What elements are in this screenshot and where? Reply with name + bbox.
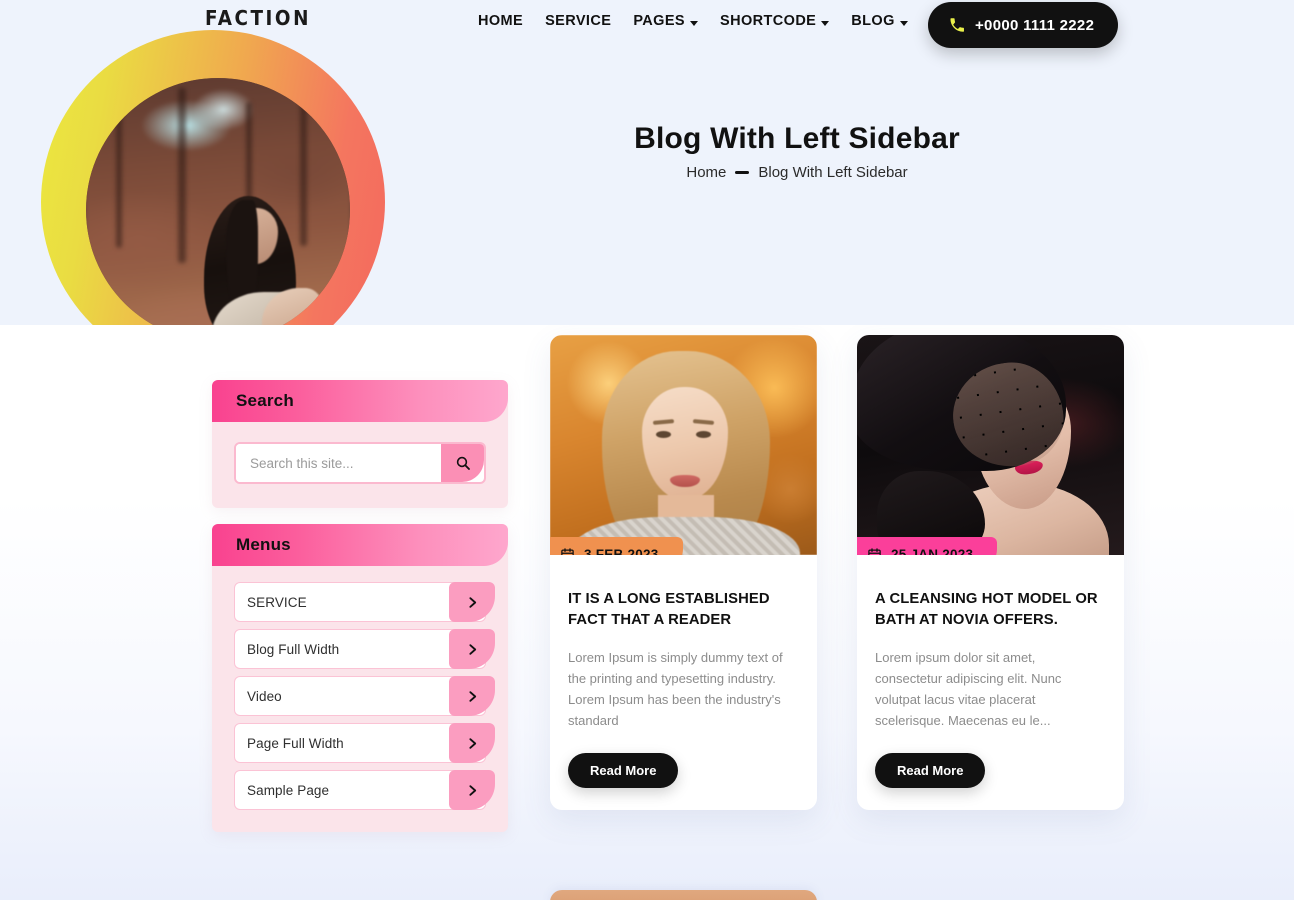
post-thumbnail: 3 FEB 2023 bbox=[550, 335, 817, 555]
menu-item-label: Blog Full Width bbox=[247, 641, 340, 657]
blog-post-card[interactable]: 3 FEB 2023 IT IS A LONG ESTABLISHED FACT… bbox=[550, 335, 817, 811]
nav-label: HOME bbox=[478, 13, 524, 29]
chevron-right-button[interactable] bbox=[449, 723, 495, 763]
page-title: Blog With Left Sidebar bbox=[634, 122, 960, 155]
chevron-down-icon bbox=[821, 20, 830, 26]
chevron-right-icon bbox=[468, 690, 476, 702]
site-logo[interactable]: FACTION bbox=[205, 6, 311, 30]
sidebar-menu-item-blog-full-width[interactable]: Blog Full Width bbox=[234, 629, 495, 669]
post-excerpt: Lorem Ipsum is simply dummy text of the … bbox=[568, 650, 783, 729]
breadcrumb-separator-icon bbox=[735, 171, 750, 174]
chevron-down-icon bbox=[690, 20, 699, 26]
top-navigation-bar: FACTION HOME SERVICE PAGES SHORTCODE BLO… bbox=[0, 0, 1294, 52]
post-body: IT IS A LONG ESTABLISHED FACT THAT A REA… bbox=[550, 555, 817, 789]
menus-widget-title: Menus bbox=[236, 535, 291, 554]
phone-number-label: +0000 1111 2222 bbox=[975, 16, 1095, 34]
menus-widget-header: Menus bbox=[212, 524, 508, 566]
nav-item-shortcode[interactable]: SHORTCODE bbox=[720, 13, 830, 29]
breadcrumb-home-link[interactable]: Home bbox=[686, 164, 726, 181]
blog-post-grid: 3 FEB 2023 IT IS A LONG ESTABLISHED FACT… bbox=[550, 335, 1124, 811]
chevron-right-icon bbox=[468, 643, 476, 655]
chevron-right-icon bbox=[468, 784, 476, 796]
chevron-right-button[interactable] bbox=[449, 629, 495, 669]
blog-post-card[interactable]: 25 JAN 2023 A CLEANSING HOT MODEL OR BAT… bbox=[857, 335, 1124, 811]
main-content: Search Menus bbox=[0, 325, 1294, 900]
chevron-right-button[interactable] bbox=[449, 582, 495, 622]
search-widget-title: Search bbox=[236, 391, 294, 410]
search-icon bbox=[456, 456, 470, 470]
breadcrumb: Home Blog With Left Sidebar bbox=[0, 164, 1294, 181]
post-date-label: 25 JAN 2023 bbox=[891, 546, 974, 556]
breadcrumb-current: Blog With Left Sidebar bbox=[758, 164, 908, 181]
sidebar-menu-item-video[interactable]: Video bbox=[234, 676, 495, 716]
menu-item-label: Video bbox=[247, 688, 282, 704]
chevron-right-button[interactable] bbox=[449, 770, 495, 810]
post-title[interactable]: IT IS A LONG ESTABLISHED FACT THAT A REA… bbox=[568, 589, 799, 631]
sidebar-menu-item-sample-page[interactable]: Sample Page bbox=[234, 770, 495, 810]
sidebar-menu-item-service[interactable]: SERVICE bbox=[234, 582, 495, 622]
search-widget-body bbox=[212, 422, 508, 508]
chevron-down-icon bbox=[899, 20, 908, 26]
nav-label: PAGES bbox=[633, 13, 686, 29]
post-date-badge: 3 FEB 2023 bbox=[550, 537, 683, 555]
nav-item-service[interactable]: SERVICE bbox=[545, 13, 611, 29]
search-widget: Search bbox=[212, 380, 508, 508]
read-more-button[interactable]: Read More bbox=[875, 753, 986, 789]
next-blog-post-card-partial[interactable] bbox=[550, 890, 817, 900]
calendar-icon bbox=[561, 547, 574, 555]
menus-widget: Menus SERVICE Blog Full Width Video Page… bbox=[212, 524, 508, 832]
chevron-right-icon bbox=[468, 737, 476, 749]
post-date-badge: 25 JAN 2023 bbox=[857, 537, 998, 556]
search-form bbox=[234, 442, 486, 484]
post-title[interactable]: A CLEANSING HOT MODEL OR BATH AT NOVIA O… bbox=[875, 589, 1106, 631]
hero-photo bbox=[86, 78, 350, 325]
nav-label: SHORTCODE bbox=[720, 13, 817, 29]
menus-widget-body: SERVICE Blog Full Width Video Page Full … bbox=[212, 566, 508, 832]
menu-item-label: Page Full Width bbox=[247, 735, 344, 751]
read-more-button[interactable]: Read More bbox=[568, 753, 679, 789]
nav-item-blog[interactable]: BLOG bbox=[851, 13, 908, 29]
post-image bbox=[550, 335, 817, 555]
post-body: A CLEANSING HOT MODEL OR BATH AT NOVIA O… bbox=[857, 555, 1124, 789]
sidebar-menu-item-page-full-width[interactable]: Page Full Width bbox=[234, 723, 495, 763]
phone-icon bbox=[950, 18, 964, 32]
nav-item-pages[interactable]: PAGES bbox=[633, 13, 699, 29]
main-nav: HOME SERVICE PAGES SHORTCODE BLOG CONTAC… bbox=[478, 13, 1002, 29]
post-date-label: 3 FEB 2023 bbox=[584, 546, 659, 556]
nav-label: SERVICE bbox=[545, 13, 612, 29]
calendar-icon bbox=[868, 547, 881, 555]
post-image bbox=[857, 335, 1124, 555]
search-input[interactable] bbox=[236, 444, 441, 482]
search-widget-header: Search bbox=[212, 380, 508, 422]
menu-item-label: SERVICE bbox=[247, 594, 307, 610]
chevron-right-icon bbox=[468, 596, 476, 608]
left-sidebar: Search Menus bbox=[212, 380, 508, 848]
chevron-right-button[interactable] bbox=[449, 676, 495, 716]
post-thumbnail: 25 JAN 2023 bbox=[857, 335, 1124, 555]
menu-item-label: Sample Page bbox=[247, 782, 330, 798]
hero-section: FACTION HOME SERVICE PAGES SHORTCODE BLO… bbox=[0, 0, 1294, 325]
nav-item-home[interactable]: HOME bbox=[478, 13, 523, 29]
nav-label: BLOG bbox=[851, 13, 895, 29]
search-submit-button[interactable] bbox=[441, 444, 484, 482]
post-excerpt: Lorem ipsum dolor sit amet, consectetur … bbox=[875, 650, 1062, 729]
phone-cta-button[interactable]: +0000 1111 2222 bbox=[928, 2, 1119, 48]
